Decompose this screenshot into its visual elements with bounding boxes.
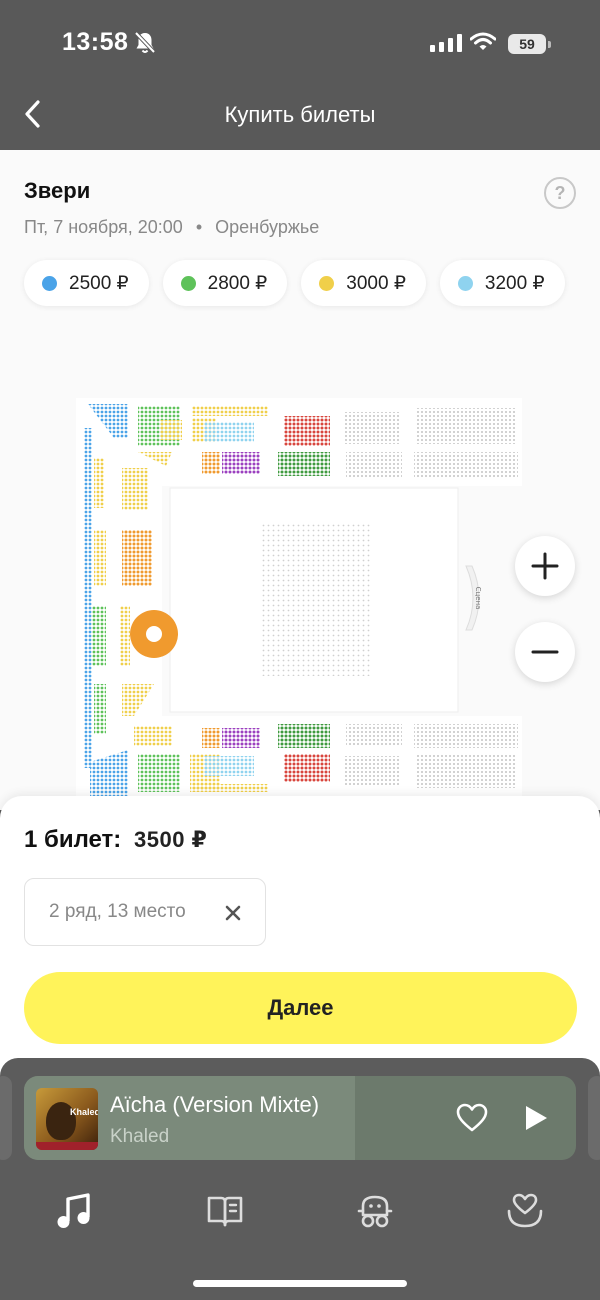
status-time: 13:58 bbox=[62, 28, 129, 56]
wifi-icon bbox=[469, 32, 497, 57]
track-title: Aïcha (Version Mixte) bbox=[110, 1092, 320, 1117]
music-note-icon bbox=[57, 1193, 90, 1228]
seat-map[interactable]: Сцена bbox=[76, 398, 524, 798]
cellular-signal-icon bbox=[430, 34, 462, 52]
previous-player-card[interactable] bbox=[0, 1076, 12, 1160]
like-button[interactable] bbox=[454, 1100, 490, 1136]
price-color-dot bbox=[457, 275, 473, 291]
heart-icon bbox=[456, 1103, 488, 1132]
price-label: 2800 ₽ bbox=[207, 272, 268, 294]
tab-favorites[interactable] bbox=[500, 1186, 550, 1236]
tab-music[interactable] bbox=[49, 1186, 99, 1236]
close-icon bbox=[225, 905, 241, 921]
book-icon bbox=[207, 1196, 243, 1227]
cover-text: Khaled bbox=[70, 1107, 98, 1117]
tab-books[interactable] bbox=[200, 1186, 250, 1236]
minus-icon bbox=[531, 650, 559, 654]
price-label: 3200 ₽ bbox=[484, 272, 545, 294]
price-color-dot bbox=[180, 275, 196, 291]
bottom-panel: Khaled Aïcha (Version Mixte) Khaled bbox=[0, 1058, 600, 1300]
selected-seat-chip[interactable]: 2 ряд, 13 место bbox=[24, 878, 266, 946]
event-meta: Пт, 7 ноября, 20:00 • Оренбуржье bbox=[24, 217, 319, 238]
next-player-card[interactable] bbox=[588, 1076, 600, 1160]
home-indicator bbox=[193, 1280, 407, 1287]
ticket-total-price: 3500 ₽ bbox=[134, 827, 208, 852]
price-label: 2500 ₽ bbox=[69, 272, 129, 294]
selection-sheet: 1 билет: 3500 ₽ 2 ряд, 13 место Далее bbox=[0, 796, 600, 1076]
next-button[interactable]: Далее bbox=[24, 972, 577, 1044]
battery-icon: 59 bbox=[508, 34, 551, 54]
toy-car-icon bbox=[357, 1195, 393, 1228]
zoom-in-button[interactable] bbox=[515, 536, 575, 596]
ticket-count: 1 билет: bbox=[24, 826, 122, 853]
stage-label: Сцена bbox=[474, 587, 482, 610]
price-label: 3000 ₽ bbox=[346, 272, 406, 294]
event-venue: Оренбуржье bbox=[215, 217, 320, 237]
price-chip-3000[interactable]: 3000 ₽ bbox=[301, 260, 426, 306]
tab-kids[interactable] bbox=[350, 1186, 400, 1236]
price-chip-2800[interactable]: 2800 ₽ bbox=[162, 260, 288, 306]
price-filter-row: 2500 ₽ 2800 ₽ 3000 ₽ 3200 ₽ bbox=[24, 260, 565, 306]
page-title: Купить билеты bbox=[224, 102, 376, 127]
price-color-dot bbox=[42, 275, 57, 291]
album-cover: Khaled bbox=[36, 1088, 98, 1150]
meta-separator: • bbox=[195, 217, 203, 237]
play-button[interactable] bbox=[518, 1100, 554, 1136]
top-bar: 13:58 59 Купить билеты bbox=[0, 0, 600, 150]
price-color-dot bbox=[319, 275, 335, 291]
price-chip-2500[interactable]: 2500 ₽ bbox=[24, 260, 149, 306]
zoom-out-button[interactable] bbox=[515, 622, 575, 682]
event-content: Звери Пт, 7 ноября, 20:00 • Оренбуржье ?… bbox=[0, 150, 600, 810]
event-date: Пт, 7 ноября, 20:00 bbox=[24, 217, 183, 237]
help-button[interactable]: ? bbox=[544, 177, 576, 209]
price-chip-3200[interactable]: 3200 ₽ bbox=[439, 260, 565, 306]
tab-bar bbox=[0, 1186, 600, 1236]
mini-player[interactable]: Khaled Aïcha (Version Mixte) Khaled bbox=[24, 1076, 576, 1160]
seat-label: 2 ряд, 13 место bbox=[49, 901, 186, 922]
bell-off-icon bbox=[134, 31, 156, 60]
plus-icon bbox=[531, 552, 559, 580]
play-icon bbox=[526, 1106, 547, 1130]
track-artist: Khaled bbox=[110, 1126, 170, 1147]
event-title: Звери bbox=[24, 178, 91, 203]
heart-tray-icon bbox=[507, 1193, 543, 1228]
remove-seat-button[interactable] bbox=[221, 901, 245, 925]
